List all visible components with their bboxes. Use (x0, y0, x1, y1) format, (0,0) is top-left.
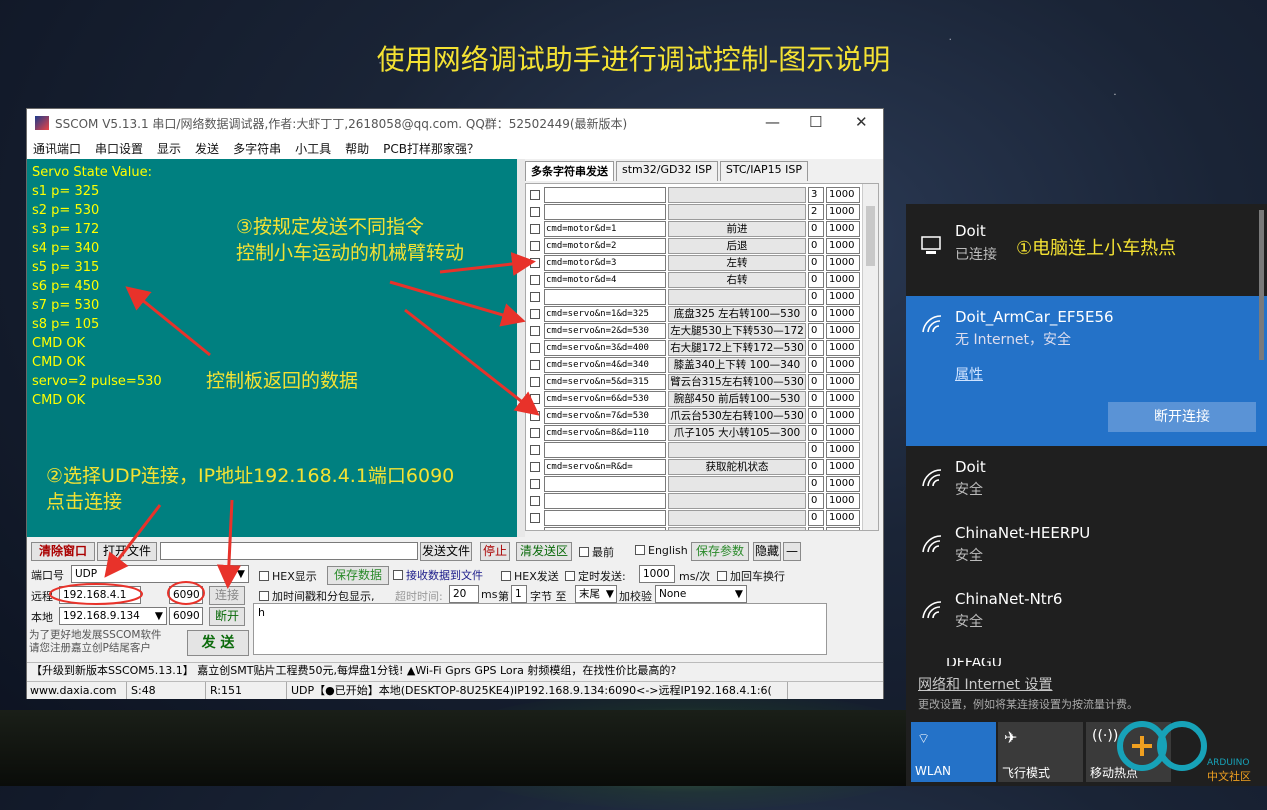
watermark-line2: 中文社区 (1207, 770, 1251, 783)
wlan-label: WLAN (915, 764, 952, 778)
network-settings-subtitle: 更改设置，例如将某连接设置为按流量计费。 (918, 698, 1138, 711)
annotation-step3-line2: 控制小车运动的机械臂转动 (236, 242, 465, 264)
network-security: 安全 (955, 548, 983, 564)
disconnect-wifi-button[interactable]: 断开连接 (1108, 402, 1256, 432)
ethernet-icon (921, 236, 941, 254)
annotation-returned-data: 控制板返回的数据 (206, 370, 359, 392)
network-security: 安全 (955, 482, 983, 498)
annotation-step3-line1: ③按规定发送不同指令 (236, 216, 425, 238)
network-name: ChinaNet-HEERPU (955, 524, 1091, 542)
wifi-icon (922, 535, 942, 553)
network-settings-link[interactable]: 网络和 Internet 设置 (918, 674, 1053, 694)
airplane-mode-toggle[interactable]: ✈ 飞行模式 (998, 722, 1083, 782)
arduino-logo-icon (1117, 721, 1207, 771)
partial-network: DFFAGU (946, 658, 1003, 666)
arrow-to-udp-select (104, 504, 162, 578)
selected-network-status: 无 Internet，安全 (955, 332, 1072, 348)
wifi-icon (922, 469, 942, 487)
remote-port-highlight (167, 581, 205, 605)
current-network-status: 已连接 (955, 247, 997, 263)
arrow-to-returned-data (125, 286, 211, 357)
network-item[interactable]: ChinaNet-HEERPU 安全 (906, 518, 1267, 580)
wifi-icon: ⌔ (917, 731, 931, 747)
remote-ip-highlight (49, 583, 143, 605)
wifi-scrollbar[interactable] (1259, 210, 1264, 360)
current-network-name: Doit (955, 222, 986, 240)
arrow-to-servo-lower (404, 308, 540, 416)
wifi-icon (922, 315, 942, 333)
wifi-icon (922, 601, 942, 619)
airplane-icon: ✈ (1004, 728, 1018, 747)
annotation-step2-line1: ②选择UDP连接，IP地址192.168.4.1端口6090 (46, 465, 455, 487)
watermark-line1: ARDUINO (1207, 758, 1250, 768)
properties-link[interactable]: 属性 (955, 364, 983, 384)
wlan-toggle[interactable]: ⌔ WLAN (911, 722, 996, 782)
network-item[interactable]: Doit 安全 (906, 452, 1267, 514)
current-network[interactable]: Doit 已连接 ①电脑连上小车热点 (906, 204, 1267, 294)
network-security: 安全 (955, 614, 983, 630)
network-name: Doit (955, 458, 986, 476)
selected-network[interactable]: Doit_ArmCar_EF5E56 无 Internet，安全 属性 断开连接 (906, 296, 1267, 446)
network-name: ChinaNet-Ntr6 (955, 590, 1063, 608)
arduino-watermark: ARDUINO 中文社区 (1112, 716, 1262, 784)
airplane-label: 飞行模式 (1002, 766, 1051, 780)
wifi-flyout: Doit 已连接 ①电脑连上小车热点 Doit_ArmCar_EF5E56 无 … (906, 204, 1267, 786)
network-item[interactable]: ChinaNet-Ntr6 安全 (906, 584, 1267, 646)
annotation-step1: ①电脑连上小车热点 (1016, 238, 1177, 259)
arrow-to-connect (216, 499, 241, 589)
selected-network-name: Doit_ArmCar_EF5E56 (955, 308, 1114, 326)
annotation-step2-line2: 点击连接 (46, 491, 123, 513)
